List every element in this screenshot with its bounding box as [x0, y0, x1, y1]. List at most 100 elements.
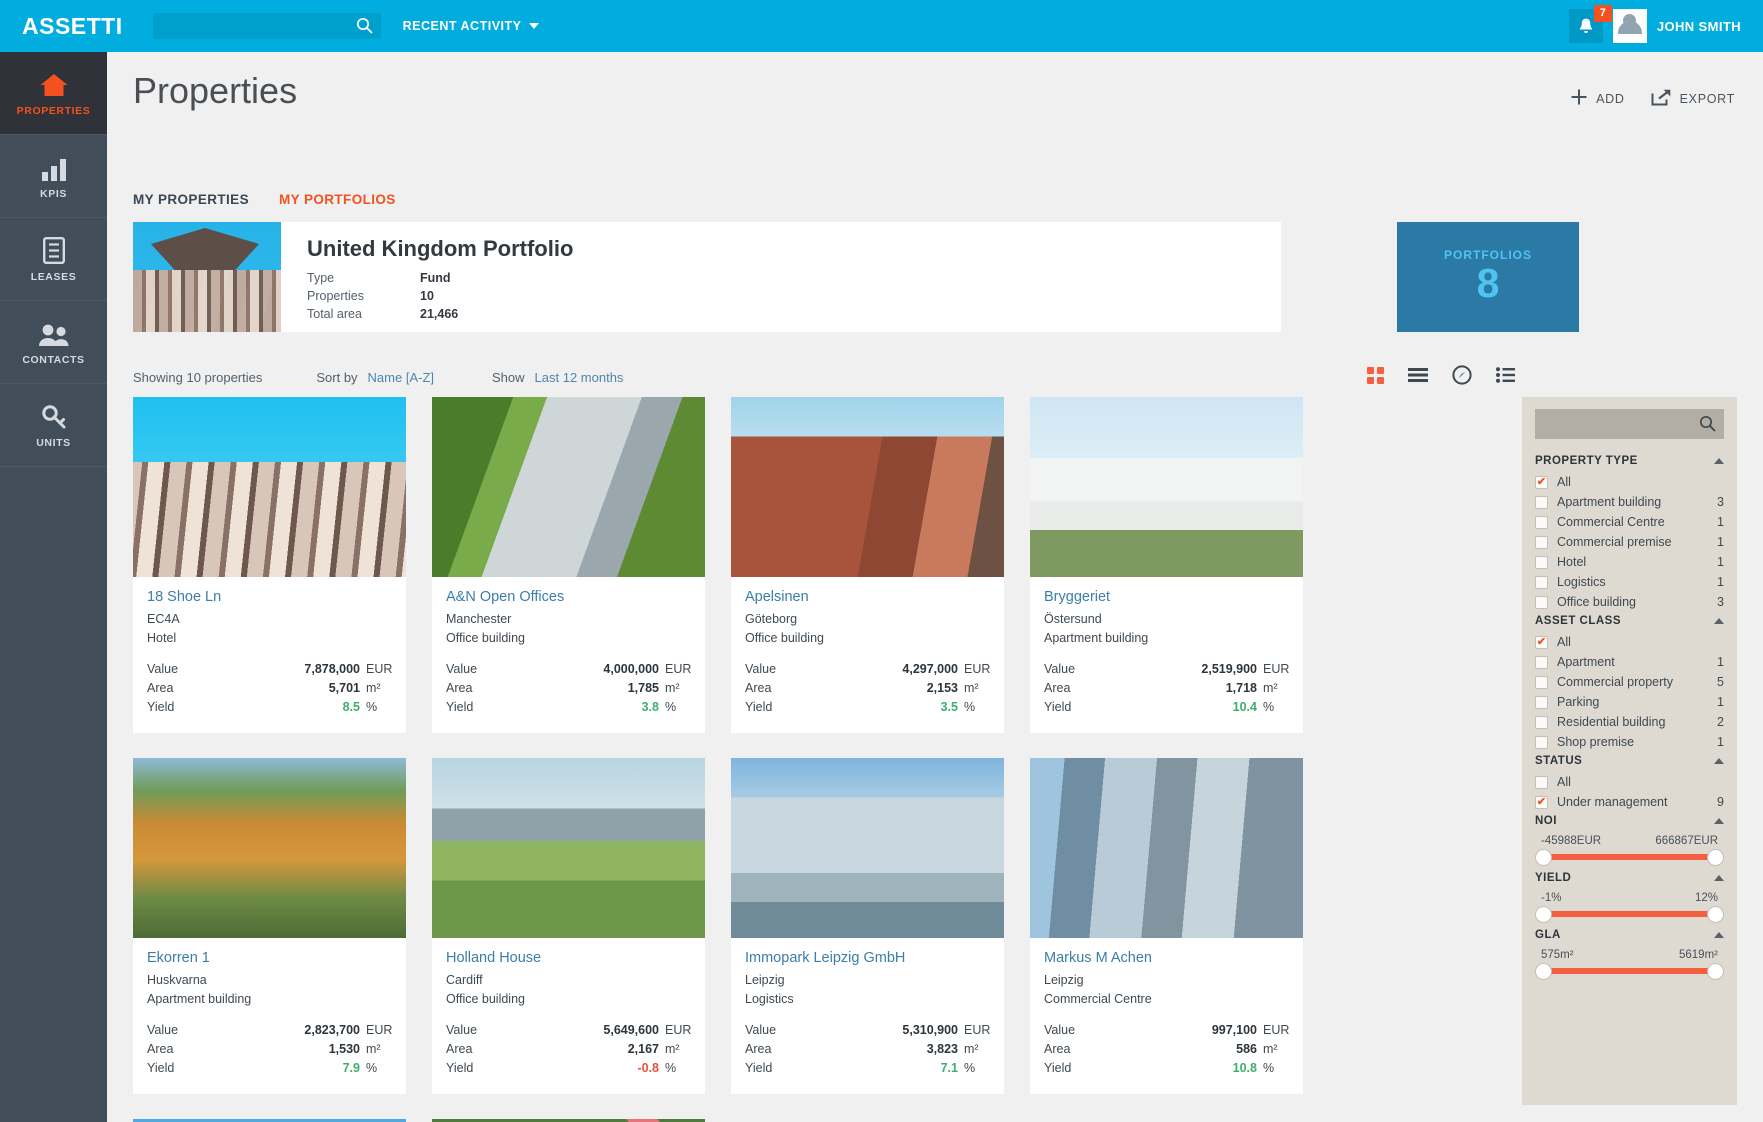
checkbox[interactable]	[1535, 556, 1548, 569]
property-stats: Value2,823,700EUR Area1,530m² Yield7.9%	[147, 1023, 392, 1075]
detail-list-view-icon[interactable]	[1496, 367, 1515, 388]
app-logo[interactable]: ASSETTI	[22, 13, 123, 40]
filter-option[interactable]: Commercial premise1	[1535, 535, 1724, 549]
checkbox[interactable]	[1535, 736, 1548, 749]
filter-option[interactable]: Parking1	[1535, 695, 1724, 709]
property-card[interactable]: Bryggeriet Östersund Apartment building …	[1030, 397, 1303, 733]
checkbox[interactable]	[1535, 656, 1548, 669]
show-value[interactable]: Last 12 months	[535, 370, 624, 385]
portfolio-value-properties: 10	[420, 289, 434, 303]
checkbox[interactable]	[1535, 476, 1548, 489]
property-card[interactable]: Ekorren 1 Huskvarna Apartment building V…	[133, 758, 406, 1094]
filter-option[interactable]: Under management9	[1535, 795, 1724, 809]
sidebar-item-leases[interactable]: LEASES	[0, 218, 107, 301]
filter-option[interactable]: Commercial Centre1	[1535, 515, 1724, 529]
add-button[interactable]: ADD	[1570, 88, 1625, 109]
range-slider[interactable]	[1535, 848, 1724, 866]
filter-group-header[interactable]: GLA	[1535, 929, 1724, 941]
filter-option[interactable]: Residential building2	[1535, 715, 1724, 729]
filter-panel: PROPERTY TYPE All Apartment building3 Co…	[1522, 397, 1737, 1105]
filter-slider-noi: NOI -45988EUR 666867EUR	[1535, 815, 1724, 866]
property-card[interactable]: Apelsinen Göteborg Office building Value…	[731, 397, 1004, 733]
checkbox[interactable]	[1535, 576, 1548, 589]
slider-knob-max[interactable]	[1707, 906, 1724, 923]
page-actions: ADD EXPORT	[1570, 88, 1735, 109]
checkbox[interactable]	[1535, 496, 1548, 509]
property-card[interactable]: A&N Open Offices Manchester Office build…	[432, 397, 705, 733]
checkbox[interactable]	[1535, 516, 1548, 529]
showing-count: Showing 10 properties	[133, 370, 262, 385]
property-card[interactable]: Holland House Cardiff Office building Va…	[432, 758, 705, 1094]
property-name[interactable]: Markus M Achen	[1044, 950, 1289, 966]
filter-group-header[interactable]: STATUS	[1535, 755, 1724, 767]
filter-option[interactable]: Apartment building3	[1535, 495, 1724, 509]
filter-option[interactable]: Shop premise1	[1535, 735, 1724, 749]
checkbox[interactable]	[1535, 636, 1548, 649]
sidebar-item-contacts[interactable]: CONTACTS	[0, 301, 107, 384]
property-name[interactable]: Bryggeriet	[1044, 589, 1289, 605]
checkbox[interactable]	[1535, 696, 1548, 709]
top-bar: ASSETTI RECENT ACTIVITY 7 JOHN SMITH	[0, 0, 1763, 52]
property-name[interactable]: Immopark Leipzig GmbH	[745, 950, 990, 966]
property-name[interactable]: Apelsinen	[745, 589, 990, 605]
sidebar-item-properties[interactable]: PROPERTIES	[0, 52, 107, 135]
property-card[interactable]: Markus M Achen Leipzig Commercial Centre…	[1030, 758, 1303, 1094]
filter-search-input[interactable]	[1535, 409, 1724, 439]
slider-knob-min[interactable]	[1535, 849, 1552, 866]
user-name[interactable]: JOHN SMITH	[1657, 19, 1741, 34]
export-button[interactable]: EXPORT	[1651, 88, 1735, 109]
stat-yield: Yield3.5%	[745, 700, 990, 714]
slider-knob-max[interactable]	[1707, 963, 1724, 980]
property-name[interactable]: Holland House	[446, 950, 691, 966]
range-slider[interactable]	[1535, 905, 1724, 923]
portfolio-summary-card[interactable]: United Kingdom Portfolio Type Fund Prope…	[133, 222, 1281, 332]
tab-my-portfolios[interactable]: MY PORTFOLIOS	[279, 192, 396, 207]
avatar[interactable]	[1613, 9, 1647, 43]
slider-min-label: -1%	[1541, 892, 1561, 904]
property-name[interactable]: Ekorren 1	[147, 950, 392, 966]
filter-group-title: NOI	[1535, 815, 1557, 827]
slider-knob-min[interactable]	[1535, 963, 1552, 980]
property-name[interactable]: 18 Shoe Ln	[147, 589, 392, 605]
slider-knob-min[interactable]	[1535, 906, 1552, 923]
filter-option-all[interactable]: All	[1535, 775, 1724, 789]
filter-search[interactable]	[1535, 409, 1724, 439]
notifications-button[interactable]: 7	[1569, 9, 1603, 43]
tab-my-properties[interactable]: MY PROPERTIES	[133, 192, 249, 207]
checkbox[interactable]	[1535, 536, 1548, 549]
filter-option[interactable]: Commercial property5	[1535, 675, 1724, 689]
filter-option[interactable]: Logistics1	[1535, 575, 1724, 589]
checkbox[interactable]	[1535, 676, 1548, 689]
grid-view-icon[interactable]	[1367, 367, 1384, 389]
list-view-icon[interactable]	[1408, 367, 1428, 388]
sort-by-value[interactable]: Name [A-Z]	[368, 370, 434, 385]
checkbox[interactable]	[1535, 596, 1548, 609]
filter-option-all[interactable]: All	[1535, 635, 1724, 649]
checkbox[interactable]	[1535, 796, 1548, 809]
portfolios-count-tile[interactable]: PORTFOLIOS 8	[1397, 222, 1579, 332]
checkbox[interactable]	[1535, 716, 1548, 729]
global-search[interactable]	[153, 13, 381, 39]
property-card[interactable]: 18 Shoe Ln EC4A Hotel Value7,878,000EUR …	[133, 397, 406, 733]
global-search-input[interactable]	[153, 13, 381, 39]
people-icon	[38, 319, 70, 347]
range-slider[interactable]	[1535, 962, 1724, 980]
map-view-icon[interactable]	[1452, 365, 1472, 390]
property-card[interactable]: Immopark Leipzig GmbH Leipzig Logistics …	[731, 758, 1004, 1094]
slider-bar	[1541, 854, 1718, 860]
sidebar-item-units[interactable]: UNITS	[0, 384, 107, 467]
filter-group-header[interactable]: PROPERTY TYPE	[1535, 455, 1724, 467]
recent-activity-menu[interactable]: RECENT ACTIVITY	[403, 19, 540, 33]
filter-group-header[interactable]: YIELD	[1535, 872, 1724, 884]
filter-option[interactable]: Apartment1	[1535, 655, 1724, 669]
filter-option-all[interactable]: All	[1535, 475, 1724, 489]
sidebar-item-kpis[interactable]: KPIS	[0, 135, 107, 218]
filter-option[interactable]: Office building3	[1535, 595, 1724, 609]
checkbox[interactable]	[1535, 776, 1548, 789]
filter-group-header[interactable]: NOI	[1535, 815, 1724, 827]
filter-group-status: STATUS All Under management9	[1535, 755, 1724, 809]
property-name[interactable]: A&N Open Offices	[446, 589, 691, 605]
slider-knob-max[interactable]	[1707, 849, 1724, 866]
filter-option[interactable]: Hotel1	[1535, 555, 1724, 569]
filter-group-header[interactable]: ASSET CLASS	[1535, 615, 1724, 627]
